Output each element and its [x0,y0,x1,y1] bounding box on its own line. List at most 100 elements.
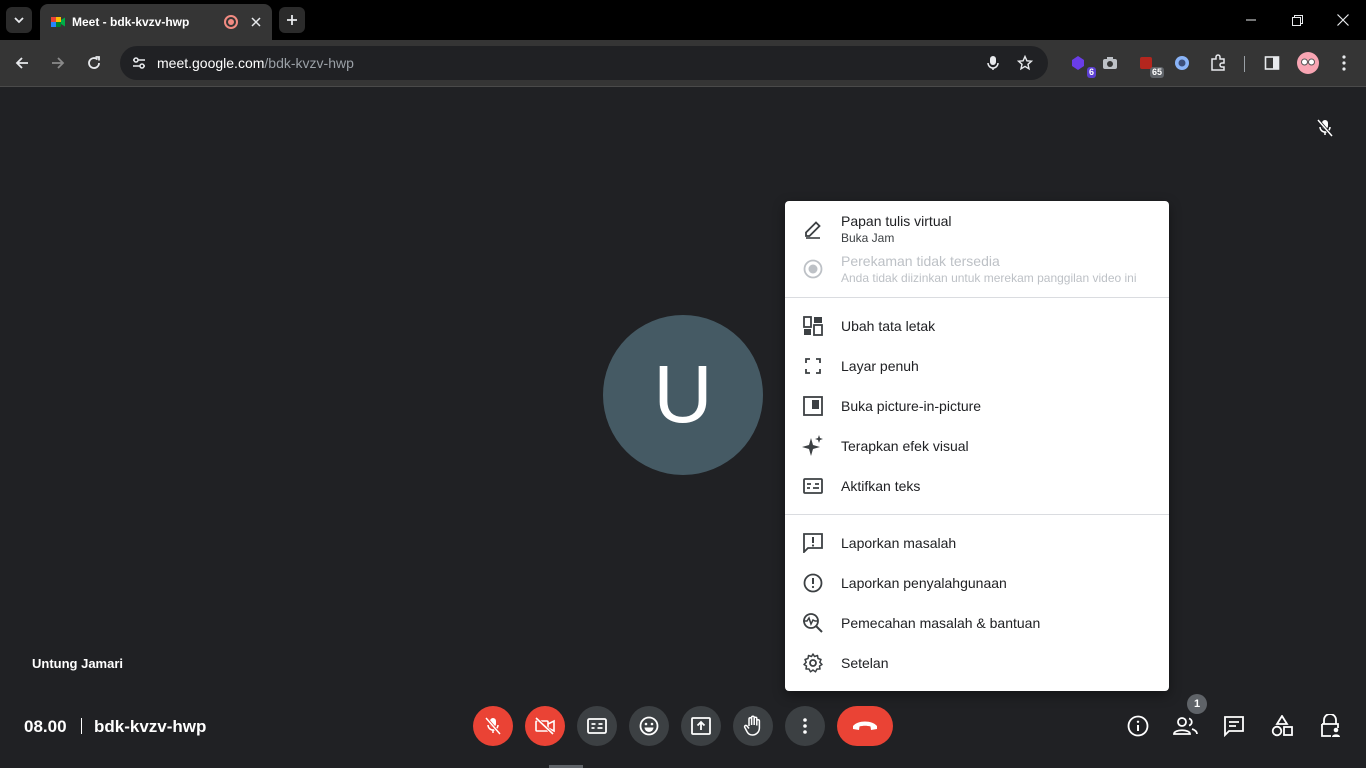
chat-button[interactable] [1218,710,1250,742]
menu-item-label: Layar penuh [841,358,919,374]
menu-item-label: Laporkan masalah [841,535,957,551]
forward-button[interactable] [45,50,71,76]
participant-avatar: U [603,315,763,475]
minimize-button[interactable] [1228,0,1274,40]
record-icon [801,257,825,281]
menu-item-label: Setelan [841,655,889,671]
captions-button[interactable] [577,706,617,746]
extension-camera-button[interactable] [1098,51,1122,75]
chat-icon [1224,716,1244,737]
close-icon [1337,14,1349,26]
host-controls-button[interactable] [1314,710,1346,742]
minimize-icon [1246,19,1256,21]
menu-item-picture-in-picture[interactable]: Buka picture-in-picture [785,386,1169,426]
bookmark-button[interactable] [1012,50,1038,76]
recording-indicator-icon [224,15,238,29]
bottom-bar-divider [81,718,82,734]
browser-toolbar: meet.google.com/bdk-kvzv-hwp 6 65 [0,40,1366,87]
menu-item-whiteboard[interactable]: Papan tulis virtual Buka Jam [785,209,1169,249]
extension-purple-icon [1072,56,1084,70]
closed-caption-icon [801,474,825,498]
lock-person-icon [1321,714,1340,737]
address-bar[interactable]: meet.google.com/bdk-kvzv-hwp [120,46,1048,80]
back-button[interactable] [9,50,35,76]
menu-item-visual-effects[interactable]: Terapkan efek visual [785,426,1169,466]
call-end-icon [853,721,877,730]
arrow-forward-icon [52,57,65,69]
troubleshoot-icon [801,611,825,635]
pencil-icon [801,217,825,241]
menu-item-captions[interactable]: Aktifkan teks [785,466,1169,506]
videocam-off-icon [535,717,555,735]
menu-divider [785,297,1169,298]
reload-button[interactable] [81,50,107,76]
extension-badge: 65 [1149,67,1164,78]
activities-button[interactable] [1266,710,1298,742]
extension-blue-icon [1175,56,1189,70]
puzzle-icon [1211,54,1225,71]
reload-icon [88,56,100,69]
tab-title: Meet - bdk-kvzv-hwp [72,15,190,29]
menu-item-report-abuse[interactable]: Laporkan penyalahgunaan [785,563,1169,603]
meeting-details-button[interactable] [1122,710,1154,742]
picture-in-picture-icon [801,394,825,418]
shapes-icon [1271,715,1293,737]
camera-toggle-button[interactable] [525,706,565,746]
menu-item-recording: Perekaman tidak tersedia Anda tidak diiz… [785,249,1169,289]
camera-icon [1103,57,1117,69]
site-info-button[interactable] [128,52,150,74]
people-button[interactable] [1170,710,1202,742]
meeting-time: 08.00 [24,717,67,736]
new-tab-button[interactable] [279,7,305,33]
menu-item-report-problem[interactable]: Laporkan masalah [785,523,1169,563]
extension-purple-button[interactable]: 6 [1066,51,1096,78]
gear-icon [801,651,825,675]
reactions-button[interactable] [629,706,669,746]
star-icon [1017,55,1033,71]
mic-off-indicator-icon [1314,117,1336,139]
arrow-back-icon [15,57,28,69]
raise-hand-button[interactable] [733,706,773,746]
leave-call-button[interactable] [837,706,893,746]
extension-blue-button[interactable] [1170,51,1194,75]
menu-item-troubleshooting[interactable]: Pemecahan masalah & bantuan [785,603,1169,643]
close-window-button[interactable] [1320,0,1366,40]
microphone-toggle-button[interactable] [473,706,513,746]
browser-menu-button[interactable] [1332,51,1356,75]
extension-red-button[interactable]: 65 [1134,51,1164,78]
tab-search-button[interactable] [6,7,32,33]
feedback-icon [801,531,825,555]
url-text[interactable]: meet.google.com/bdk-kvzv-hwp [157,55,974,71]
menu-item-change-layout[interactable]: Ubah tata letak [785,306,1169,346]
side-panel-icon [1264,56,1280,70]
more-options-menu: Papan tulis virtual Buka Jam Perekaman t… [785,201,1169,691]
menu-item-settings[interactable]: Setelan [785,643,1169,683]
menu-item-label: Laporkan penyalahgunaan [841,575,1007,591]
menu-divider [785,514,1169,515]
tune-icon [133,57,145,69]
restore-button[interactable] [1274,0,1320,40]
menu-item-sublabel: Anda tidak diizinkan untuk merekam pangg… [841,271,1137,285]
menu-item-fullscreen[interactable]: Layar penuh [785,346,1169,386]
tab-close-button[interactable] [248,14,264,30]
extensions-menu-button[interactable] [1206,51,1230,75]
url-host: meet.google.com [157,55,265,71]
meeting-code: bdk-kvzv-hwp [94,717,207,736]
meet-stage: U Untung Jamari Papan tulis virtual Buka… [0,88,1366,768]
menu-item-label: Ubah tata letak [841,318,936,334]
meet-favicon-icon [51,17,65,27]
present-screen-button[interactable] [681,706,721,746]
emoji-icon [639,716,659,736]
dashboard-icon [801,314,825,338]
sparkle-icon [801,434,825,458]
active-tab[interactable]: Meet - bdk-kvzv-hwp [40,4,272,40]
voice-search-button[interactable] [980,50,1006,76]
more-vert-icon [803,718,807,734]
side-panel-button[interactable] [1260,51,1284,75]
menu-item-label: Papan tulis virtual [841,213,952,229]
closed-caption-icon [587,718,607,734]
info-icon [1127,715,1149,737]
people-icon [1173,717,1198,735]
profile-button[interactable] [1296,51,1320,75]
more-options-button[interactable] [785,706,825,746]
